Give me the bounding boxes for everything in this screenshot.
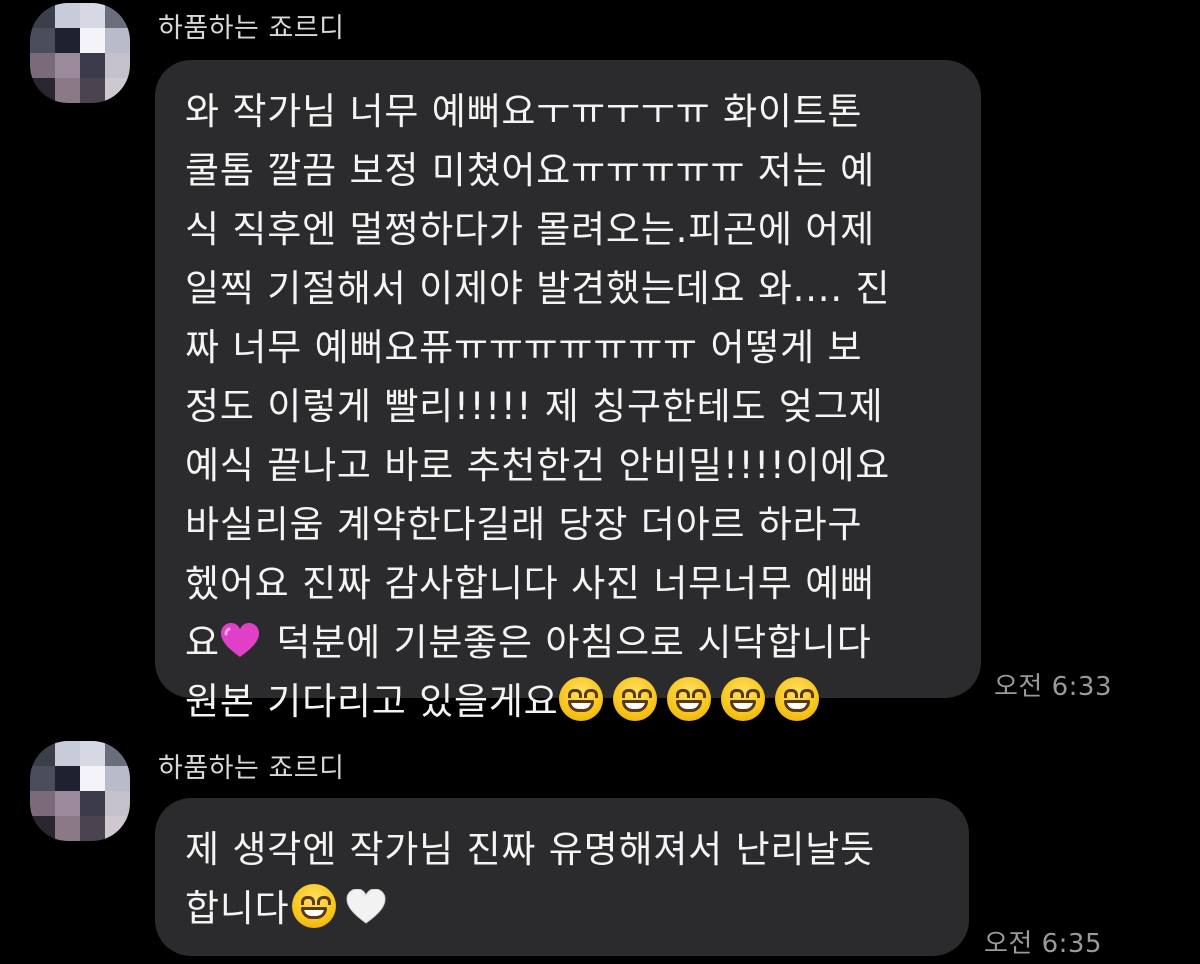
grinning-face-icon (720, 677, 765, 721)
timestamp: 오전 6:33 (994, 672, 1112, 702)
message-line: 예식 끝나고 바로 추천한건 안비밀!!!!이에요 (185, 444, 891, 487)
grinning-face-icon (666, 677, 711, 721)
message-line: 합니다 (185, 879, 943, 938)
message-line: 짜 너무 예뻐요퓨ㅠㅠㅠㅠㅠㅠㅠ 어떻게 보 (185, 326, 863, 369)
message-line: 일찍 기절해서 이제야 발견했는데요 와.... 진 (185, 267, 891, 310)
grinning-face-icon (291, 884, 336, 928)
grinning-face-icon (774, 677, 819, 721)
grinning-face-icon (612, 677, 657, 721)
message-line: 바실리움 계약한다길래 당장 더아르 하라구 (185, 503, 863, 546)
message-text: 요 (185, 621, 220, 664)
message-line: 제 생각엔 작가님 진짜 유명해져서 난리날듯 (185, 828, 875, 871)
message-line: 와 작가님 너무 예뻐요ㅜㅠㅜㅜㅠ 화이트톤 (185, 90, 863, 133)
timestamp: 오전 6:35 (984, 929, 1102, 959)
message-line: 쿨톰 깔끔 보정 미쳤어요ㅠㅠㅠㅠㅠ 저는 예 (185, 149, 875, 192)
message-bubble[interactable]: 제 생각엔 작가님 진짜 유명해져서 난리날듯 합니다 (155, 798, 969, 956)
message-line: 식 직후엔 멀쩡하다가 몰려오는.피곤에 어제 (185, 208, 875, 251)
message-bubble[interactable]: 와 작가님 너무 예뻐요ㅜㅠㅜㅜㅠ 화이트톤 쿨톰 깔끔 보정 미쳤어요ㅠㅠㅠㅠ… (155, 60, 981, 723)
message-line: 정도 이렇게 빨리!!!!! 제 칭구한테도 엊그제 (185, 385, 884, 428)
message-line: 헸어요 진짜 감사합니다 사진 너무너무 예뻐 (185, 562, 875, 605)
grinning-face-icon (558, 677, 603, 721)
message-line: 원본 기다리고 있을게요 (185, 672, 955, 731)
sender-name: 하품하는 죠르디 (158, 13, 345, 44)
message-line: 요 덕분에 기분좋은 아침으로 시닥합니다 (185, 613, 955, 672)
avatar[interactable] (30, 3, 130, 103)
message-text: 덕분에 기분좋은 아침으로 시닥합니다 (276, 621, 872, 664)
avatar[interactable] (30, 741, 130, 841)
message-text: 원본 기다리고 있을게요 (185, 680, 559, 723)
sender-name: 하품하는 죠르디 (158, 753, 345, 784)
pink-heart-icon (220, 617, 260, 657)
message-text: 합니다 (185, 887, 290, 930)
white-heart-icon (346, 883, 386, 924)
